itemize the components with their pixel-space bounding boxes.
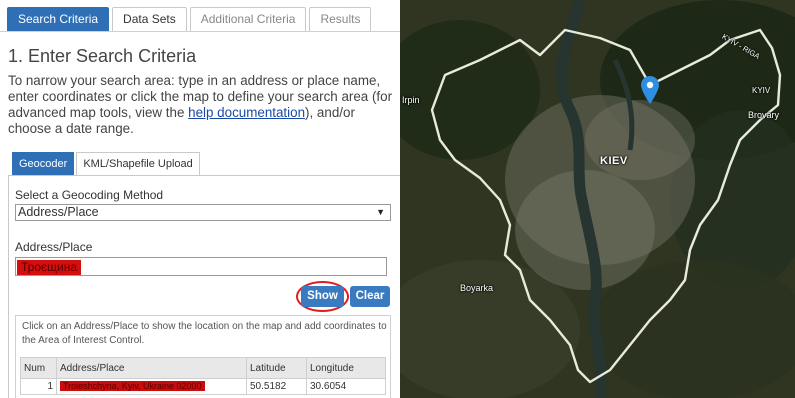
tab-additional-criteria[interactable]: Additional Criteria: [189, 7, 307, 32]
map-label-boyarka: Boyarka: [460, 283, 494, 293]
tabs-divider: [0, 31, 400, 32]
address-place-input[interactable]: Троєщина: [15, 257, 387, 276]
row-longitude: 30.6054: [306, 378, 386, 395]
tab-data-sets[interactable]: Data Sets: [112, 7, 187, 32]
results-table-header: Num Address/Place Latitude Longitude: [20, 357, 386, 379]
map-label-brovary: Brovary: [748, 110, 780, 120]
tab-kml-shapefile-upload[interactable]: KML/Shapefile Upload: [76, 152, 200, 176]
location-pin-icon[interactable]: [641, 76, 659, 104]
geocoder-results: Click on an Address/Place to show the lo…: [15, 315, 391, 398]
column-longitude: Longitude: [306, 357, 386, 379]
row-place[interactable]: Troieshchyna, Kyiv, Ukraine 02000: [56, 378, 247, 395]
column-num: Num: [20, 357, 57, 379]
search-panel: Search Criteria Data Sets Additional Cri…: [0, 0, 400, 398]
column-latitude: Latitude: [246, 357, 307, 379]
dropdown-arrow-icon: ▼: [376, 207, 385, 217]
map-label-irpin: Irpin: [402, 95, 420, 105]
column-address-place: Address/Place: [56, 357, 247, 379]
tab-geocoder[interactable]: Geocoder: [12, 152, 75, 176]
help-documentation-link[interactable]: help documentation: [188, 105, 305, 120]
row-num: 1: [20, 378, 57, 395]
show-button[interactable]: Show: [301, 286, 344, 307]
intro-text: To narrow your search area: type in an a…: [8, 73, 396, 137]
tab-results[interactable]: Results: [309, 7, 372, 32]
geocoding-method-select[interactable]: Address/Place ▼: [15, 204, 391, 221]
results-table: Num Address/Place Latitude Longitude 1 T…: [20, 357, 386, 395]
geocoding-method-value: Address/Place: [18, 205, 99, 219]
page-title: 1. Enter Search Criteria: [8, 46, 197, 66]
row-latitude: 50.5182: [246, 378, 307, 395]
address-place-value: Троєщина: [17, 260, 82, 275]
geocoder-tabs: Geocoder KML/Shapefile Upload: [12, 152, 200, 176]
table-row[interactable]: 1 Troieshchyna, Kyiv, Ukraine 02000 50.5…: [20, 378, 386, 395]
results-instructions: Click on an Address/Place to show the lo…: [22, 321, 387, 346]
row-place-text: Troieshchyna, Kyiv, Ukraine 02000: [60, 381, 205, 391]
tab-search-criteria[interactable]: Search Criteria: [7, 7, 110, 32]
map-label-kiev: KIEV: [600, 155, 628, 167]
clear-button[interactable]: Clear: [350, 286, 390, 307]
satellite-map: [400, 0, 795, 398]
map-view[interactable]: KIEV Irpin Boyarka Brovary KYIV KYIV - R…: [400, 0, 795, 398]
map-label-kyiv: KYIV: [752, 86, 771, 95]
address-place-label: Address/Place: [15, 240, 93, 254]
main-tabs: Search Criteria Data Sets Additional Cri…: [7, 7, 372, 32]
geocoder-panel: Select a Geocoding Method Address/Place …: [8, 175, 400, 398]
geocoding-method-label: Select a Geocoding Method: [15, 188, 164, 202]
